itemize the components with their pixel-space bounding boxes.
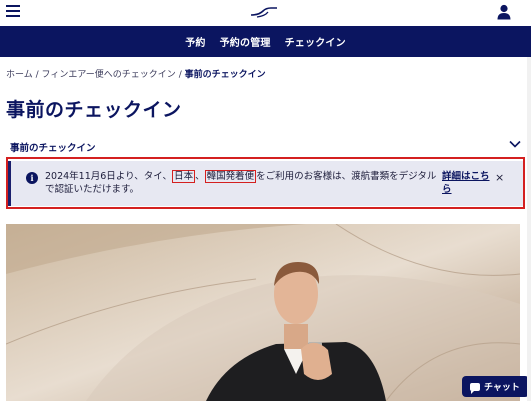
accordion-toggle[interactable]: 事前のチェックイン xyxy=(10,137,521,155)
scrollbar[interactable] xyxy=(527,57,531,401)
chat-bubble-icon xyxy=(470,382,480,394)
info-icon: i xyxy=(26,172,38,184)
highlighted-text: 日本 xyxy=(172,170,196,183)
breadcrumb-current: 事前のチェックイン xyxy=(184,70,266,80)
chat-button[interactable]: チャット xyxy=(462,376,529,397)
breadcrumb-separator: / xyxy=(35,70,39,80)
hamburger-icon[interactable] xyxy=(6,5,20,19)
breadcrumb-parent[interactable]: フィンエアー便へのチェックイン xyxy=(42,70,176,80)
chat-label: チャット xyxy=(484,383,520,393)
alert-message: 2024年11月6日より、タイ、 日本、韓国発着便 をご利用のお客様は、渡航書類をデ… xyxy=(45,170,437,195)
close-icon[interactable]: × xyxy=(495,171,504,184)
details-link[interactable]: 詳細はこちら xyxy=(442,170,494,196)
breadcrumb: ホーム / フィンエアー便へのチェックイン / 事前のチェックイン xyxy=(6,67,266,80)
finnair-logo-icon[interactable] xyxy=(249,6,279,18)
accordion-label: 事前のチェックイン xyxy=(10,143,96,154)
nav-item-checkin[interactable]: チェックイン xyxy=(285,34,346,49)
info-alert: i 2024年11月6日より、タイ、 日本、韓国発着便 をご利用のお客様は、渡航書類… xyxy=(8,161,523,206)
breadcrumb-separator: / xyxy=(178,70,182,80)
hero-image xyxy=(6,224,520,401)
page-title: 事前のチェックイン xyxy=(6,99,182,121)
highlighted-text: 韓国発着便 xyxy=(204,170,257,183)
user-icon[interactable] xyxy=(497,4,511,20)
breadcrumb-home[interactable]: ホーム xyxy=(6,70,33,80)
top-header xyxy=(0,0,531,26)
main-navigation: 予約 予約の管理 チェックイン xyxy=(0,26,531,57)
nav-item-booking[interactable]: 予約 xyxy=(185,34,205,49)
nav-item-manage-booking[interactable]: 予約の管理 xyxy=(220,34,271,49)
chevron-down-icon xyxy=(509,140,521,148)
